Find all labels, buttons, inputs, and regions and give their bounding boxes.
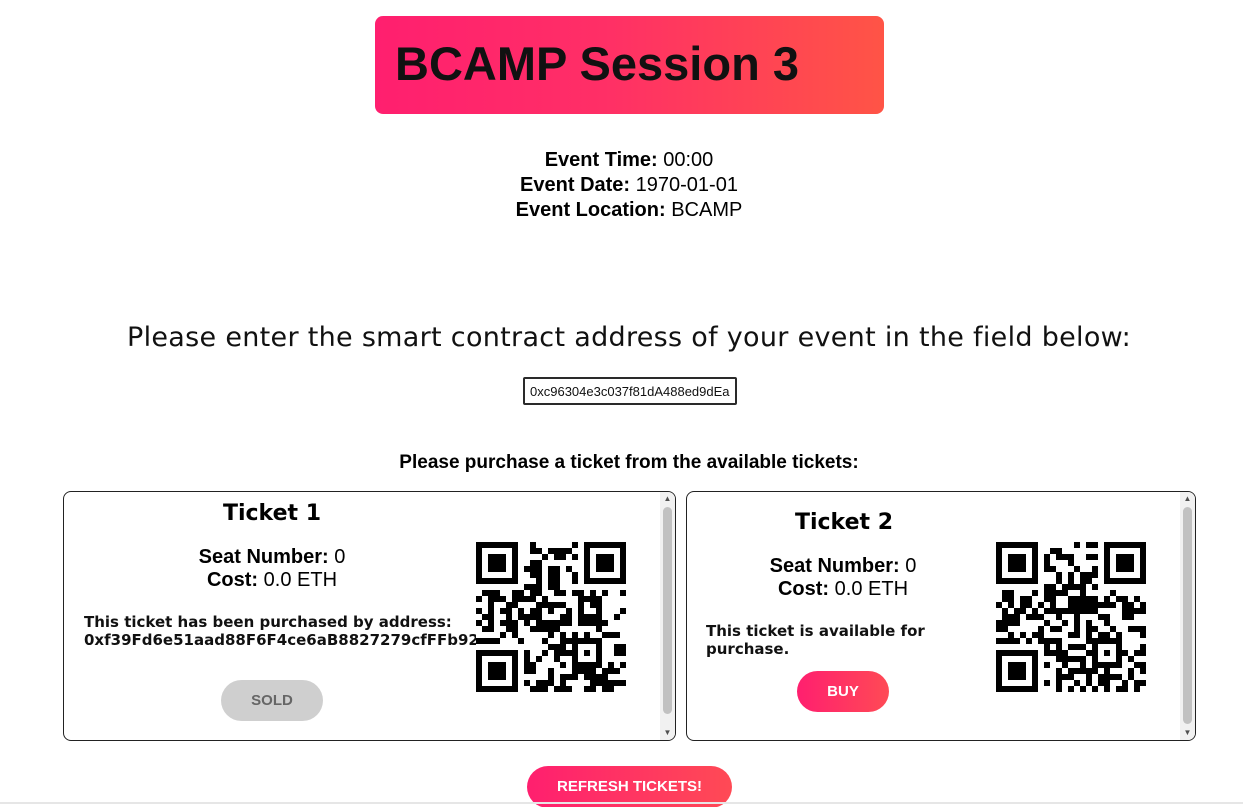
- event-location-value: BCAMP: [671, 199, 743, 221]
- cost-row: Cost: 0.0 ETH: [164, 569, 380, 592]
- available-text: This ticket is available for purchase.: [706, 622, 925, 658]
- ticket-title: Ticket 1: [222, 501, 322, 526]
- ticket-card-2: Ticket 2 Seat Number: 0 Cost: 0.0 ETH Th…: [686, 491, 1196, 741]
- ticket-title: Ticket 2: [794, 510, 894, 535]
- sold-button[interactable]: SOLD: [221, 680, 323, 721]
- scroll-down-icon[interactable]: ▼: [660, 726, 675, 740]
- ticket-info: Seat Number: 0 Cost: 0.0 ETH: [735, 555, 951, 601]
- scroll-down-icon[interactable]: ▼: [1180, 726, 1195, 740]
- ticket-status: This ticket has been purchased by addres…: [84, 613, 511, 649]
- ticket-scrollbar[interactable]: ▲ ▼: [660, 492, 675, 740]
- event-date-row: Event Date: 1970-01-01: [0, 173, 1243, 198]
- page-bottom-divider: [0, 802, 1243, 804]
- qr-code-icon: [476, 542, 626, 692]
- event-location-row: Event Location: BCAMP: [0, 198, 1243, 223]
- scroll-up-icon[interactable]: ▲: [660, 492, 675, 506]
- event-title-banner: BCAMP Session 3: [375, 16, 884, 114]
- event-details: Event Time: 00:00 Event Date: 1970-01-01…: [0, 148, 1243, 223]
- event-location-label: Event Location:: [515, 199, 666, 221]
- scrollbar-thumb[interactable]: [663, 507, 672, 714]
- seat-number-row: Seat Number: 0: [735, 555, 951, 578]
- cost-value: 0.0 ETH: [834, 578, 909, 600]
- contract-address-input[interactable]: [523, 377, 737, 405]
- event-title: BCAMP Session 3: [395, 37, 799, 90]
- cost-row: Cost: 0.0 ETH: [735, 578, 951, 601]
- purchased-by-text: This ticket has been purchased by addres…: [84, 613, 452, 631]
- ticket-scrollbar[interactable]: ▲ ▼: [1180, 492, 1195, 740]
- qr-code-icon: [996, 542, 1146, 692]
- seat-number-value: 0: [905, 555, 917, 577]
- event-time-row: Event Time: 00:00: [0, 148, 1243, 173]
- cost-label: Cost:: [777, 578, 830, 600]
- cost-label: Cost:: [206, 569, 259, 591]
- event-time-label: Event Time:: [544, 149, 658, 171]
- scroll-up-icon[interactable]: ▲: [1180, 492, 1195, 506]
- seat-number-value: 0: [334, 546, 346, 568]
- tickets-section-label: Please purchase a ticket from the availa…: [399, 452, 859, 473]
- ticket-card-1: Ticket 1 Seat Number: 0 Cost: 0.0 ETH Th…: [63, 491, 676, 741]
- event-date-value: 1970-01-01: [635, 174, 738, 196]
- event-date-label: Event Date:: [520, 174, 631, 196]
- ticket-info: Seat Number: 0 Cost: 0.0 ETH: [164, 546, 380, 592]
- scrollbar-thumb[interactable]: [1183, 507, 1192, 724]
- seat-number-label: Seat Number:: [198, 546, 329, 568]
- buy-button[interactable]: BUY: [797, 671, 889, 712]
- contract-address-prompt: Please enter the smart contract address …: [127, 322, 1131, 353]
- purchaser-address: 0xf39Fd6e51aad88F6F4ce6aB8827279cfFFb922…: [84, 631, 511, 649]
- event-time-value: 00:00: [663, 149, 714, 171]
- cost-value: 0.0 ETH: [263, 569, 338, 591]
- seat-number-label: Seat Number:: [769, 555, 900, 577]
- ticket-status: This ticket is available for purchase.: [706, 622, 996, 658]
- seat-number-row: Seat Number: 0: [164, 546, 380, 569]
- refresh-tickets-button[interactable]: REFRESH TICKETS!: [527, 766, 732, 807]
